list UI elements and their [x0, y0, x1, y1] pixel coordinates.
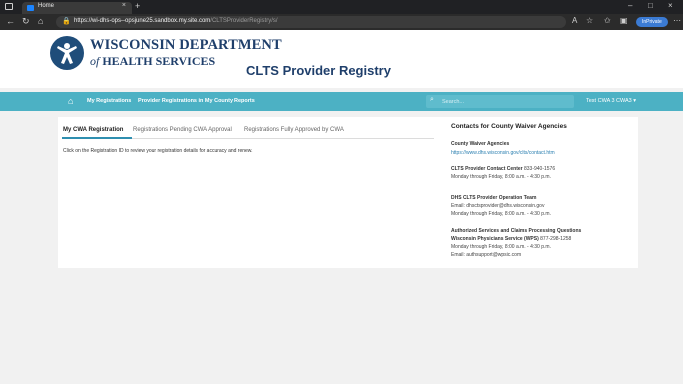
browser-tab-bar: Home × + – □ × — [0, 0, 683, 14]
collections-icon[interactable]: ▣ — [620, 16, 628, 25]
auth-services-heading: Authorized Services and Claims Processin… — [451, 228, 582, 234]
tab-my-cwa-registration[interactable]: My CWA Registration — [63, 127, 123, 133]
contacts-title: Contacts for County Waiver Agencies — [451, 123, 567, 130]
tab-close-icon[interactable]: × — [122, 2, 126, 9]
wps-heading: Wisconsin Physicians Service (WPS) — [451, 236, 539, 242]
home-browser-icon[interactable]: ⌂ — [38, 16, 43, 26]
url-path: /CLTSProviderRegistry/s/ — [210, 18, 278, 24]
wps-email: Email: authsupport@wpsic.com — [451, 252, 522, 258]
app-title: CLTS Provider Registry — [246, 63, 391, 78]
nav-reports[interactable]: Reports — [234, 98, 255, 104]
wps-hours: Monday through Friday, 8:00 a.m. - 4:30 … — [451, 244, 551, 250]
operation-team-hours: Monday through Friday, 8:00 a.m. - 4:30 … — [451, 211, 551, 217]
org-name-line1: WISCONSIN DEPARTMENT — [90, 37, 282, 53]
instruction-text: Click on the Registration ID to review y… — [63, 148, 253, 154]
main-content-card — [58, 117, 638, 268]
maximize-button[interactable]: □ — [648, 1, 653, 10]
contact-center-line: CLTS Provider Contact Center 833-940-157… — [451, 166, 555, 172]
user-menu[interactable]: Test CWA 3 CWA3 ▾ — [586, 98, 636, 104]
read-aloud-icon[interactable]: A — [572, 16, 577, 25]
contact-center-phone: 833-940-1576 — [523, 166, 556, 172]
org-name-rest: HEALTH SERVICES — [102, 54, 216, 68]
wps-phone: 877-298-1258 — [540, 236, 572, 242]
home-icon[interactable]: ⌂ — [68, 96, 73, 106]
site-favicon-icon — [27, 5, 34, 11]
search-input[interactable] — [442, 97, 562, 106]
url-field[interactable]: 🔒 https://wi-dhs-ops--opsjune25.sandbox.… — [56, 16, 566, 28]
window-menu-icon[interactable] — [5, 3, 13, 10]
lock-icon: 🔒 — [62, 18, 71, 25]
operation-team-email: Email: dhsctsprovider@dhs.wisconsin.gov — [451, 203, 545, 209]
inprivate-badge[interactable]: InPrivate — [636, 17, 668, 27]
tab-title: Home — [38, 3, 55, 9]
nav-provider-registrations-county[interactable]: Provider Registrations in My County — [138, 98, 233, 104]
new-tab-button[interactable]: + — [135, 1, 140, 11]
dhs-logo-icon[interactable] — [50, 36, 84, 70]
favorites-icon[interactable]: ✩ — [604, 16, 611, 25]
url-host: https://wi-dhs-ops--opsjune25.sandbox.my… — [74, 18, 211, 24]
org-name-of: of — [90, 54, 100, 68]
browser-tab-home[interactable]: Home × — [22, 2, 132, 14]
browser-address-bar: ← ↻ ⌂ 🔒 https://wi-dhs-ops--opsjune25.sa… — [0, 14, 683, 30]
county-waiver-heading: County Waiver Agencies — [451, 141, 510, 147]
more-menu-icon[interactable]: ⋯ — [673, 16, 681, 25]
search-icon: ⌕ — [430, 96, 434, 103]
back-arrow-icon[interactable]: ← — [6, 16, 15, 26]
operation-team-heading: DHS CLTS Provider Operation Team — [451, 195, 537, 201]
minimize-button[interactable]: – — [628, 1, 632, 10]
org-name-line2: of HEALTH SERVICES — [90, 54, 215, 69]
nav-my-registrations[interactable]: My Registrations — [87, 98, 131, 104]
contact-center-heading: CLTS Provider Contact Center — [451, 166, 523, 172]
tab-registrations-approved[interactable]: Registrations Fully Approved by CWA — [244, 127, 344, 133]
active-tab-indicator — [62, 137, 132, 139]
contact-center-hours: Monday through Friday, 8:00 a.m. - 4:30 … — [451, 174, 551, 180]
wps-line: Wisconsin Physicians Service (WPS) 877-2… — [451, 236, 571, 242]
county-waiver-link[interactable]: https://www.dhs.wisconsin.gov/clts/conta… — [451, 150, 555, 156]
tab-registrations-pending[interactable]: Registrations Pending CWA Approval — [133, 127, 232, 133]
close-window-button[interactable]: × — [668, 1, 673, 10]
refresh-icon[interactable]: ↻ — [22, 16, 30, 27]
search-box[interactable]: ⌕ — [426, 95, 574, 108]
favorite-star-icon[interactable]: ☆ — [586, 16, 593, 25]
